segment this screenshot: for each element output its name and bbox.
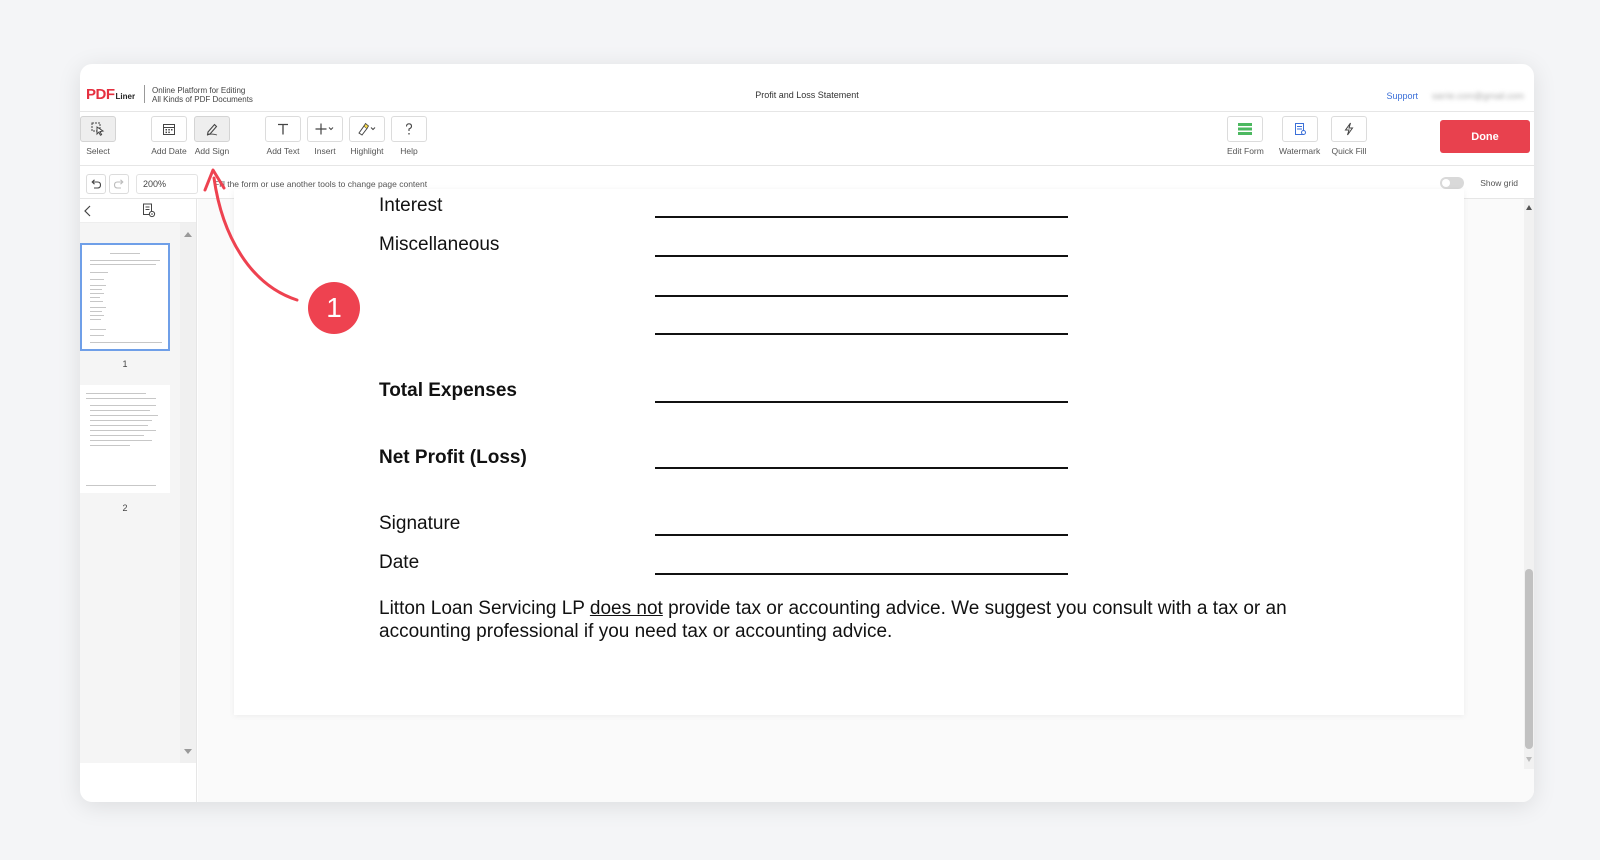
- page-thumbnail-sidebar: 1 2: [80, 199, 197, 802]
- scroll-up-icon[interactable]: [1526, 205, 1532, 210]
- done-button[interactable]: Done: [1440, 120, 1530, 153]
- scroll-up-icon[interactable]: [184, 231, 192, 237]
- page-thumbnail-2[interactable]: [80, 385, 170, 493]
- page-thumbnail-1[interactable]: [80, 243, 170, 351]
- document-title: Profit and Loss Statement: [755, 90, 859, 100]
- thumbnail-list: 1 2: [80, 223, 180, 763]
- redo-button[interactable]: [109, 174, 129, 194]
- page-settings-icon[interactable]: [142, 203, 156, 218]
- row-label-miscellaneous: Miscellaneous: [379, 234, 500, 255]
- chevron-down-icon: [328, 127, 334, 131]
- highlight-tool-button[interactable]: Highlight: [349, 116, 385, 156]
- edit-form-tool-button[interactable]: Edit Form: [1227, 116, 1264, 156]
- form-icon: [1238, 123, 1253, 135]
- field-line-interest[interactable]: [655, 216, 1068, 218]
- highlighter-icon: [358, 122, 376, 136]
- scroll-down-icon[interactable]: [1526, 757, 1532, 762]
- row-label-total-expenses: Total Expenses: [379, 380, 517, 401]
- field-line-miscellaneous[interactable]: [655, 255, 1068, 257]
- undo-button[interactable]: [86, 174, 106, 194]
- page-number-1: 1: [122, 359, 128, 369]
- text-t-icon: [278, 123, 288, 135]
- tool-label: Watermark: [1279, 146, 1321, 156]
- tool-label: Help: [400, 146, 418, 156]
- field-line-signature[interactable]: [655, 534, 1068, 536]
- user-email[interactable]: sarrie.com@gmail.com: [1432, 91, 1524, 101]
- undo-icon: [91, 179, 102, 189]
- pen-sign-icon: [206, 123, 218, 136]
- sidebar-scrollbar[interactable]: [180, 223, 196, 763]
- support-link[interactable]: Support: [1386, 91, 1418, 101]
- disclaimer-underlined-text: does not: [589, 598, 663, 619]
- field-line-blank-2[interactable]: [655, 333, 1068, 335]
- help-tool-button[interactable]: Help: [391, 116, 427, 156]
- lightning-icon: [1344, 122, 1354, 136]
- cursor-select-icon: [91, 122, 105, 136]
- tool-label: Quick Fill: [1331, 146, 1367, 156]
- row-label-interest: Interest: [379, 195, 443, 216]
- pdf-page: Interest Miscellaneous Total Expenses Ne…: [234, 189, 1464, 715]
- document-viewer: Interest Miscellaneous Total Expenses Ne…: [198, 189, 1534, 802]
- disclaimer-text-start: Litton Loan Servicing LP: [379, 598, 590, 619]
- calendar-icon: [163, 124, 175, 135]
- watermark-icon: [1294, 123, 1306, 135]
- editing-hint: Fill the form or use another tools to ch…: [214, 179, 428, 189]
- step-number-badge: 1: [308, 282, 360, 334]
- add-text-tool-button[interactable]: Add Text: [265, 116, 301, 156]
- field-line-date[interactable]: [655, 573, 1068, 575]
- field-line-net-profit[interactable]: [655, 467, 1068, 469]
- chevron-left-icon[interactable]: [83, 205, 93, 217]
- select-tool-button[interactable]: Select: [80, 116, 116, 156]
- field-line-total-expenses[interactable]: [655, 401, 1068, 403]
- watermark-tool-button[interactable]: Watermark: [1279, 116, 1320, 156]
- zoom-level-field[interactable]: 200%: [136, 174, 198, 194]
- tool-label: Add Text: [266, 146, 300, 156]
- main-toolbar: Select Add Date Add Sign Add Text Insert: [80, 112, 1534, 166]
- show-grid-label: Show grid: [1480, 178, 1518, 188]
- question-icon: [405, 123, 413, 135]
- add-date-tool-button[interactable]: Add Date: [151, 116, 187, 156]
- row-label-net-profit: Net Profit (Loss): [379, 447, 527, 468]
- quick-fill-tool-button[interactable]: Quick Fill: [1331, 116, 1367, 156]
- row-label-date: Date: [379, 552, 420, 573]
- row-label-signature: Signature: [379, 513, 461, 534]
- page-number-2: 2: [122, 503, 128, 513]
- tool-label: Select: [86, 146, 110, 156]
- sidebar-header: [80, 199, 196, 223]
- show-grid-toggle[interactable]: [1440, 177, 1464, 189]
- document-scrollbar[interactable]: [1524, 199, 1534, 769]
- redo-icon: [113, 179, 124, 189]
- tool-label: Edit Form: [1227, 146, 1264, 156]
- tool-label: Add Date: [151, 146, 187, 156]
- app-window: PDF Liner Online Platform for Editing Al…: [80, 64, 1534, 802]
- tool-label: Insert: [314, 146, 336, 156]
- plus-icon: [315, 123, 334, 135]
- document-scrollbar-thumb[interactable]: [1525, 569, 1533, 749]
- insert-tool-button[interactable]: Insert: [307, 116, 343, 156]
- scroll-down-icon[interactable]: [184, 749, 192, 755]
- add-sign-tool-button[interactable]: Add Sign: [194, 116, 230, 156]
- app-header: PDF Liner Online Platform for Editing Al…: [80, 64, 1534, 112]
- tax-disclaimer: Litton Loan Servicing LP does not provid…: [379, 597, 1339, 643]
- tool-label: Add Sign: [194, 146, 230, 156]
- field-line-blank-1[interactable]: [655, 295, 1068, 297]
- tool-label: Highlight: [350, 146, 384, 156]
